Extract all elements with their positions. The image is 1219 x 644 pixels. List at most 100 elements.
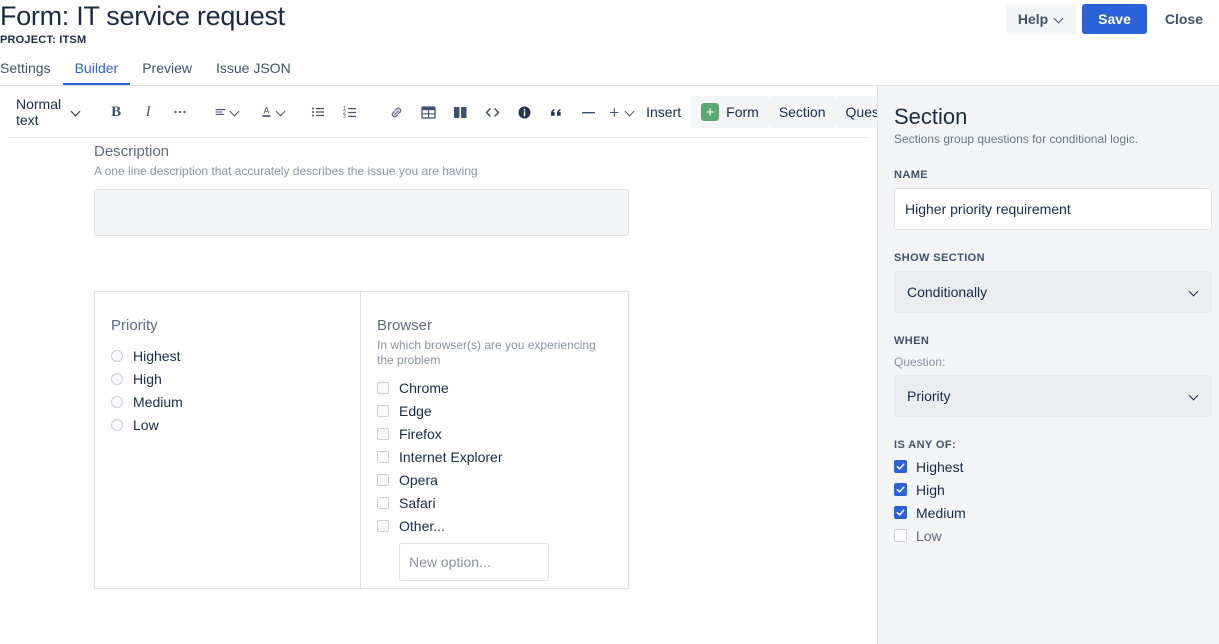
question-title: Browser: [377, 316, 612, 336]
add-section-button[interactable]: Section: [769, 96, 836, 128]
show-section-select[interactable]: Conditionally: [894, 271, 1212, 313]
link-icon[interactable]: [380, 96, 412, 128]
option-label: Internet Explorer: [399, 448, 503, 466]
question-sublabel: Question:: [894, 355, 1203, 370]
info-icon[interactable]: [508, 96, 540, 128]
chevron-down-icon: [1054, 14, 1064, 24]
numbered-list-icon[interactable]: 123: [334, 96, 366, 128]
radio-icon[interactable]: [111, 419, 123, 431]
question-description: Description A one line description that …: [94, 142, 629, 236]
list-item[interactable]: High: [111, 367, 344, 390]
app-root: Form: IT service request PROJECT: ITSM H…: [0, 0, 1219, 644]
question-title: Description: [94, 142, 629, 162]
tab-builder[interactable]: Builder: [63, 60, 131, 85]
option-label: Highest: [916, 459, 963, 475]
list-item[interactable]: Other...: [377, 514, 612, 537]
more-formatting-icon[interactable]: [164, 96, 196, 128]
checkbox-icon[interactable]: [377, 497, 389, 509]
list-item[interactable]: High: [894, 478, 1203, 501]
bold-icon[interactable]: B: [100, 96, 132, 128]
question-title: Priority: [111, 316, 344, 336]
horizontal-rule-icon[interactable]: [572, 96, 604, 128]
chevron-down-icon: [1189, 391, 1199, 401]
bullet-list-icon[interactable]: [302, 96, 334, 128]
header-actions: Help Save Close: [1006, 4, 1215, 34]
close-button[interactable]: Close: [1153, 4, 1215, 34]
text-style-select[interactable]: Normal text: [8, 96, 86, 128]
list-item[interactable]: Firefox: [377, 422, 612, 445]
help-button[interactable]: Help: [1006, 4, 1076, 34]
insert-label: Insert: [636, 96, 691, 128]
table-icon[interactable]: [412, 96, 444, 128]
radio-icon[interactable]: [111, 373, 123, 385]
insert-plus-icon[interactable]: [604, 96, 636, 128]
list-item[interactable]: Chrome: [377, 376, 612, 399]
checkbox-icon[interactable]: [377, 474, 389, 486]
new-option-input[interactable]: New option...: [399, 543, 549, 581]
question-help-text: A one line description that accurately d…: [94, 164, 629, 179]
when-question-value: Priority: [907, 388, 951, 404]
checkbox-icon[interactable]: [377, 382, 389, 394]
list-item[interactable]: Medium: [894, 501, 1203, 524]
option-label: Opera: [399, 471, 438, 489]
option-label: Medium: [916, 505, 966, 521]
when-question-select[interactable]: Priority: [894, 375, 1212, 417]
option-label: Highest: [133, 347, 180, 365]
chevron-down-icon: [625, 107, 632, 117]
title-block: Form: IT service request PROJECT: ITSM: [0, 0, 285, 46]
list-item[interactable]: Medium: [111, 390, 344, 413]
section-card[interactable]: Priority Highest High Medium Low: [94, 291, 629, 589]
show-section-value: Conditionally: [907, 284, 987, 300]
radio-icon[interactable]: [111, 396, 123, 408]
list-item[interactable]: Low: [894, 524, 1203, 547]
add-form-button[interactable]: + Form: [691, 96, 769, 128]
list-item[interactable]: Highest: [894, 455, 1203, 478]
checkbox-checked-icon[interactable]: [894, 483, 907, 496]
when-label: WHEN: [894, 335, 1203, 347]
text-color-icon[interactable]: A: [256, 96, 288, 128]
checkbox-icon[interactable]: [377, 520, 389, 532]
option-label: Low: [133, 416, 159, 434]
list-item[interactable]: Opera: [377, 468, 612, 491]
option-label: Firefox: [399, 425, 442, 443]
list-item[interactable]: Highest: [111, 344, 344, 367]
list-item[interactable]: Edge: [377, 399, 612, 422]
section-name-input[interactable]: Higher priority requirement: [894, 188, 1212, 230]
columns-icon[interactable]: [444, 96, 476, 128]
section-properties-panel: Section Sections group questions for con…: [877, 86, 1219, 644]
svg-text:A: A: [264, 106, 270, 116]
checkbox-icon[interactable]: [377, 405, 389, 417]
list-item[interactable]: Internet Explorer: [377, 445, 612, 468]
is-any-of-label: IS ANY OF:: [894, 439, 1203, 451]
page-title: Form: IT service request: [0, 0, 285, 32]
description-input[interactable]: [94, 189, 629, 236]
page-header: Form: IT service request PROJECT: ITSM H…: [0, 0, 1219, 52]
checkbox-icon[interactable]: [377, 428, 389, 440]
quote-icon[interactable]: [540, 96, 572, 128]
option-label: High: [916, 482, 945, 498]
tab-settings[interactable]: Settings: [0, 60, 63, 85]
question-priority: Priority Highest High Medium Low: [95, 292, 361, 588]
editor-toolbar: Normal text B I A 123: [0, 86, 877, 138]
chevron-down-icon: [276, 107, 284, 117]
chevron-down-icon: [230, 107, 238, 117]
plus-icon: +: [701, 103, 719, 121]
tab-preview[interactable]: Preview: [130, 60, 204, 85]
checkbox-icon[interactable]: [377, 451, 389, 463]
radio-icon[interactable]: [111, 350, 123, 362]
save-button[interactable]: Save: [1082, 4, 1147, 34]
checkbox-checked-icon[interactable]: [894, 460, 907, 473]
checkbox-checked-icon[interactable]: [894, 506, 907, 519]
list-item[interactable]: Safari: [377, 491, 612, 514]
checkbox-icon[interactable]: [894, 529, 907, 542]
option-label: High: [133, 370, 162, 388]
align-left-icon[interactable]: [210, 96, 242, 128]
question-browser: Browser In which browser(s) are you expe…: [361, 292, 628, 588]
italic-icon[interactable]: I: [132, 96, 164, 128]
list-item[interactable]: Low: [111, 413, 344, 436]
project-breadcrumb: PROJECT: ITSM: [0, 34, 285, 46]
question-help-text: In which browser(s) are you experiencing…: [377, 338, 612, 368]
tab-issue-json[interactable]: Issue JSON: [204, 60, 303, 85]
help-button-label: Help: [1018, 11, 1048, 27]
code-icon[interactable]: [476, 96, 508, 128]
